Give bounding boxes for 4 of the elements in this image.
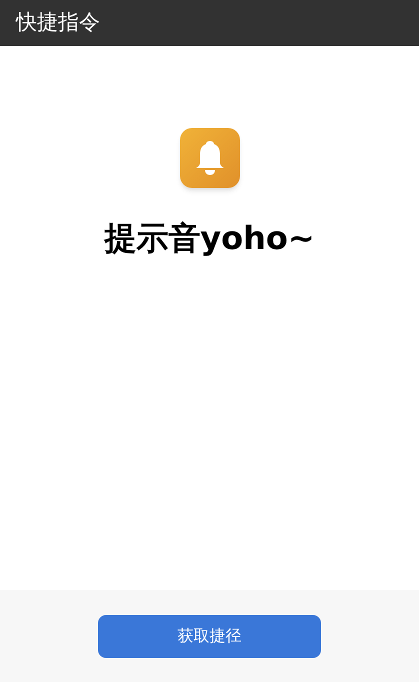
header-title: 快捷指令 [16,9,100,36]
shortcut-name: 提示音yoho~ [104,218,315,259]
bell-app-icon [180,128,240,188]
get-shortcut-button[interactable]: 获取捷径 [98,614,321,658]
